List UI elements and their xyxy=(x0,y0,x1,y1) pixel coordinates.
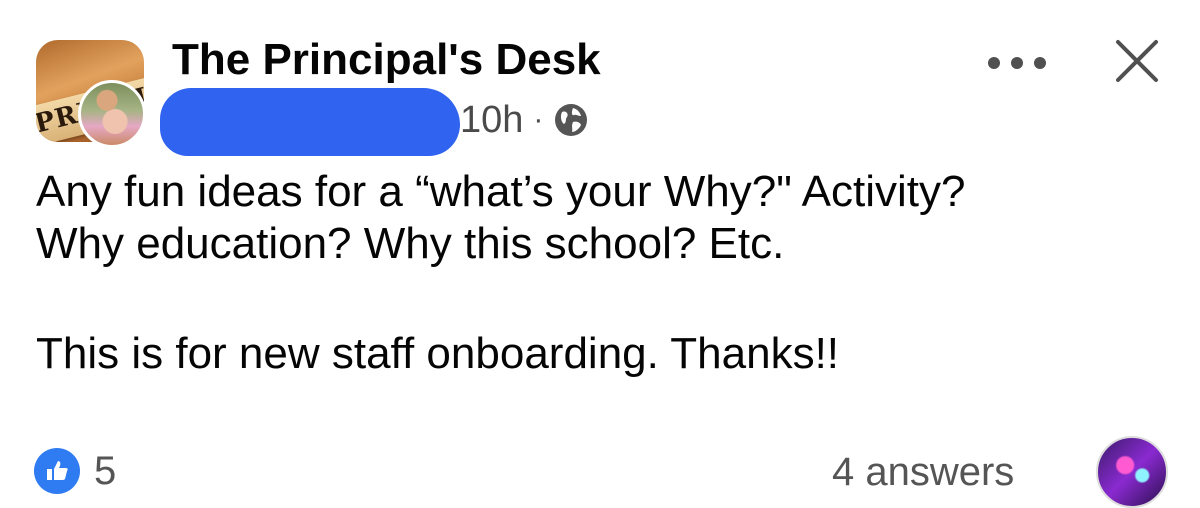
reactions-summary[interactable]: 5 xyxy=(34,448,116,494)
more-options-button[interactable] xyxy=(988,48,1046,78)
group-name-link[interactable]: The Principal's Desk xyxy=(172,38,601,82)
author-avatar[interactable] xyxy=(78,80,146,148)
post-text-line: This is for new staff onboarding. Thanks… xyxy=(36,328,840,378)
more-dot xyxy=(988,57,1000,69)
author-name-redaction xyxy=(160,88,460,156)
reaction-count: 5 xyxy=(94,449,117,493)
close-icon[interactable] xyxy=(1112,36,1162,86)
post-body: Any fun ideas for a “what’s your Why?" A… xyxy=(36,166,1186,380)
more-dot xyxy=(1011,57,1023,69)
post-meta: 10h · xyxy=(460,101,589,139)
meta-separator: · xyxy=(533,103,544,136)
globe-icon xyxy=(555,104,588,136)
more-dot xyxy=(1034,57,1046,69)
post-text-line: Any fun ideas for a “what’s your Why?" A… xyxy=(36,167,966,216)
post-text-line: Why education? Why this school? Etc. xyxy=(36,218,785,268)
thumbs-up-icon xyxy=(34,448,80,494)
answers-count-link[interactable]: 4 answers xyxy=(832,452,1014,492)
commenter-avatar[interactable] xyxy=(1096,436,1168,508)
post-timestamp[interactable]: 10h xyxy=(460,101,523,139)
